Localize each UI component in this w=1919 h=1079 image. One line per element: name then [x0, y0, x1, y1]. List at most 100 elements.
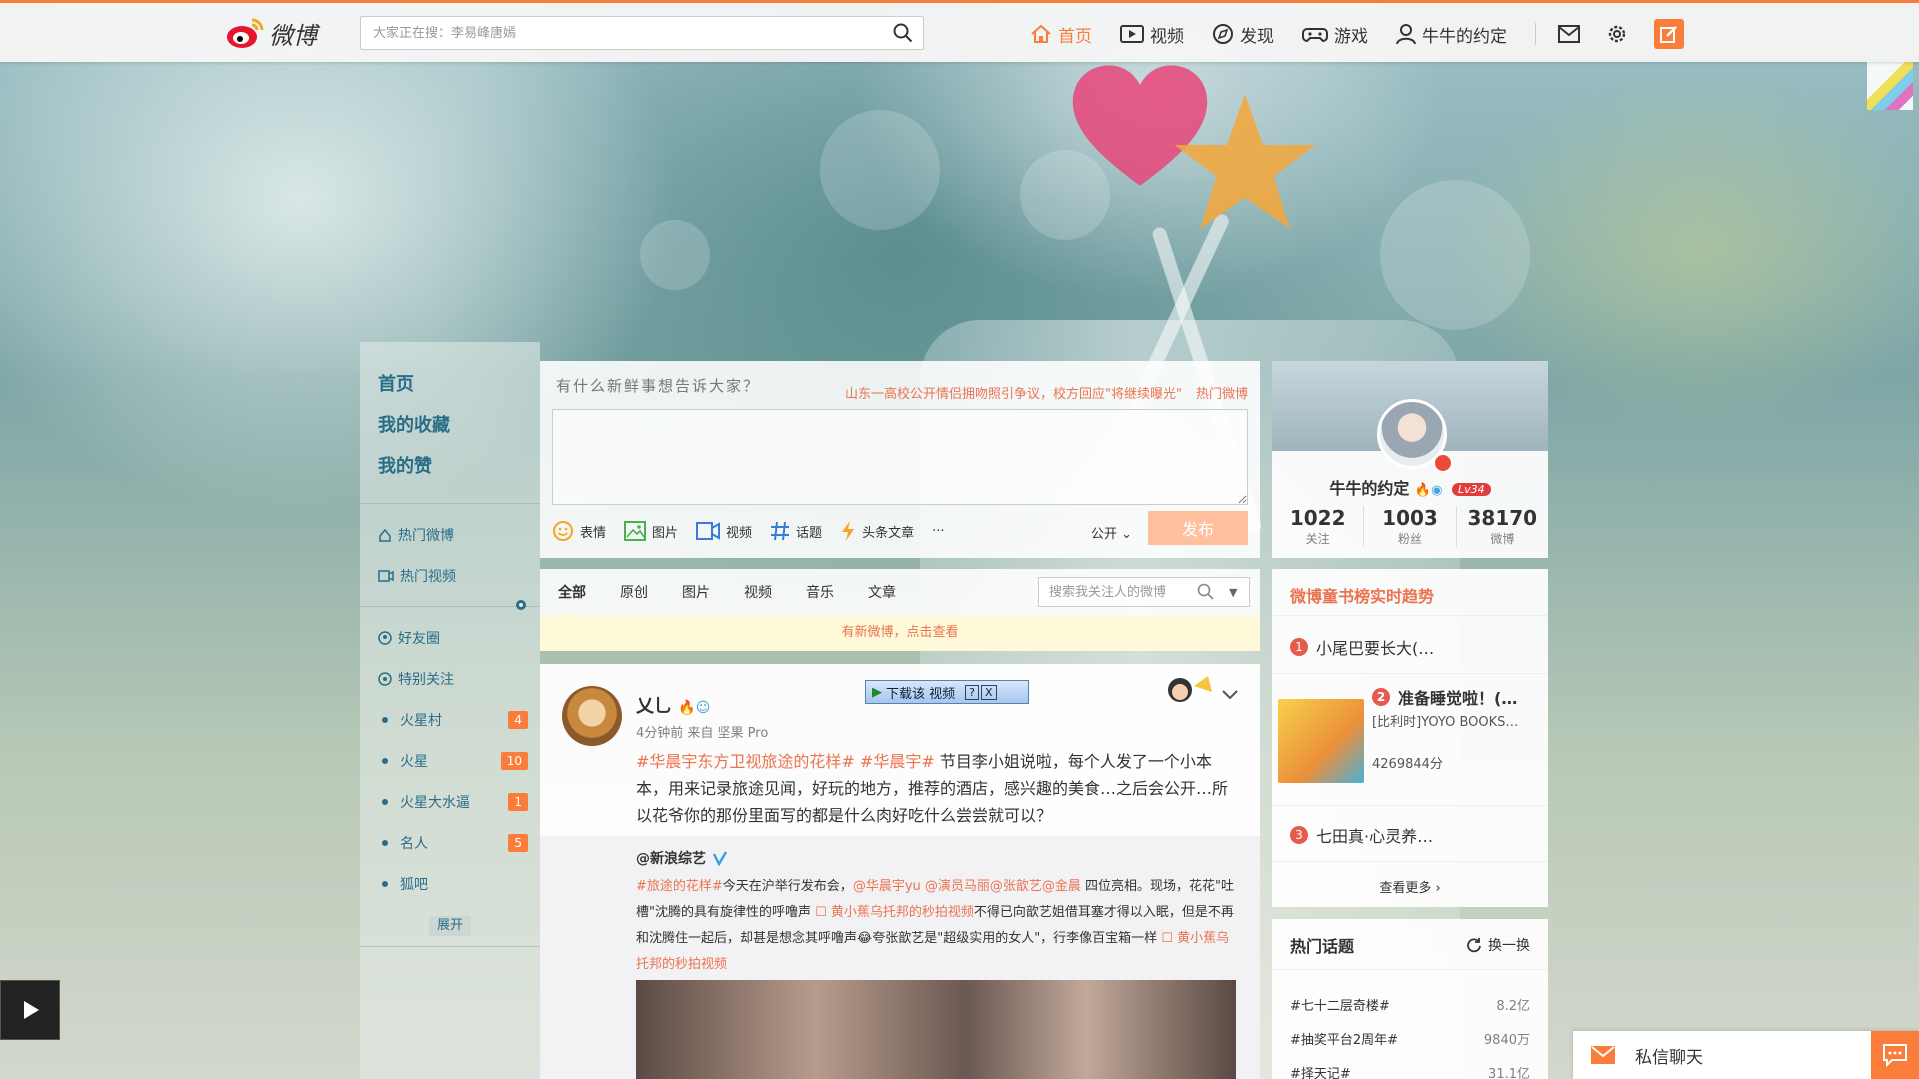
tab-all[interactable]: 全部: [558, 582, 586, 618]
avatar[interactable]: [562, 686, 622, 746]
stat-following[interactable]: 1022 关注: [1272, 506, 1365, 547]
see-more-link[interactable]: 查看更多 ›: [1272, 877, 1548, 896]
panel-title: 热门话题: [1290, 937, 1355, 956]
compose-button[interactable]: [1654, 19, 1684, 49]
topic-row[interactable]: #七十二层奇楼# 8.2亿: [1290, 995, 1530, 1014]
emoji-button[interactable]: 表情: [552, 520, 606, 542]
mention-links[interactable]: @华晨宇yu @演员马丽@张歆艺@金晨: [853, 879, 1081, 894]
verified-icon: [712, 851, 728, 866]
search-icon[interactable]: [883, 17, 923, 49]
post-text: #华晨宇东方卫视旅途的花样# #华晨宇# 节目李小姐说啦，每个人发了一个小本本，…: [636, 748, 1236, 829]
topic-link[interactable]: #旅途的花样#: [636, 879, 723, 894]
settings-button[interactable]: [1606, 23, 1628, 45]
nav-games-label: 游戏: [1334, 26, 1368, 47]
new-posts-notice[interactable]: 有新微博，点击查看: [540, 615, 1260, 651]
sidebar-item-label: 特别关注: [398, 671, 454, 688]
topic-link[interactable]: #华晨宇#: [860, 752, 935, 771]
trend-item[interactable]: 1 小尾巴要长大(…: [1290, 635, 1434, 659]
stat-label: 微博: [1490, 532, 1515, 546]
composer-textarea[interactable]: [552, 409, 1248, 505]
nav-video[interactable]: 视频: [1120, 22, 1184, 47]
stat-followers[interactable]: 1003 粉丝: [1364, 506, 1457, 547]
close-icon[interactable]: X: [980, 684, 997, 700]
post-source: 来自 坚果 Pro: [687, 726, 769, 741]
sidebar-item-friends[interactable]: 好友圈: [378, 617, 540, 658]
sidebar-item-special-follow[interactable]: 特别关注: [378, 658, 540, 699]
chevron-down-icon[interactable]: [1222, 690, 1238, 700]
rank-badge: 3: [1290, 826, 1308, 844]
weibo-logo[interactable]: 微博: [225, 13, 317, 53]
sidebar-item-hot-video[interactable]: 热门视频: [378, 555, 540, 596]
download-video-button[interactable]: ▶ 下载该 视频 ? X: [865, 680, 1029, 704]
panel-title[interactable]: 微博童书榜实时趋势: [1290, 583, 1434, 607]
nav-discover[interactable]: 发现: [1212, 22, 1274, 47]
trend-item[interactable]: 2 准备睡觉啦！(…: [1372, 685, 1517, 709]
book-cover-image[interactable]: [1278, 699, 1364, 783]
sidebar-item-list[interactable]: 狐吧: [378, 863, 540, 904]
image-icon: [624, 521, 647, 541]
sidebar-item-list[interactable]: 火星 10: [378, 740, 540, 781]
sidebar-item-list[interactable]: 名人 5: [378, 822, 540, 863]
book-trend-panel: 微博童书榜实时趋势 1 小尾巴要长大(… 2 准备睡觉啦！(… [比利时]YOY…: [1272, 569, 1548, 907]
messages-button[interactable]: [1558, 25, 1580, 43]
refresh-button[interactable]: 换一换: [1466, 935, 1530, 955]
sidebar-item-list[interactable]: 火星村 4: [378, 699, 540, 740]
more-button[interactable]: ···: [932, 524, 944, 539]
bullet-icon: [382, 880, 388, 887]
search-icon[interactable]: [1197, 583, 1215, 601]
chat-bubble-button[interactable]: [1871, 1031, 1919, 1079]
chevron-right-icon: ›: [1435, 881, 1441, 896]
tab-original[interactable]: 原创: [620, 582, 648, 602]
topic-row[interactable]: #择天记# 31.1亿: [1290, 1063, 1530, 1079]
expand-button[interactable]: 展开: [429, 916, 471, 936]
post-author[interactable]: 乂乚 🔥☺: [636, 692, 710, 718]
stat-posts[interactable]: 38170 微博: [1457, 506, 1548, 547]
tab-articles[interactable]: 文章: [868, 582, 896, 602]
sidebar-item-label: 热门微博: [398, 527, 454, 544]
help-icon[interactable]: ?: [965, 684, 979, 700]
hot-weibo-link[interactable]: 热门微博: [1196, 387, 1248, 402]
group-settings-icon[interactable]: [514, 598, 528, 612]
fire-badge-icon: 🔥: [1414, 483, 1432, 498]
sidebar-item-hot-weibo[interactable]: 热门微博: [378, 514, 540, 555]
publish-button[interactable]: 发布: [1148, 511, 1248, 545]
repost-author[interactable]: @新浪综艺: [636, 848, 728, 868]
video-link[interactable]: ☐ 黄小蕉乌托邦的秒拍视频: [815, 905, 974, 920]
feed-post: 乂乚 🔥☺ 4分钟前 来自 坚果 Pro ▶ 下载该 视频 ? X #华晨宇东方…: [540, 664, 1260, 1079]
reposted-content: @新浪综艺 #旅途的花样#今天在沪举行发布会，@华晨宇yu @演员马丽@张歆艺@…: [540, 836, 1260, 1079]
sidebar-item-list[interactable]: 火星大水逼 1: [378, 781, 540, 822]
sidebar-item-home[interactable]: 首页: [378, 370, 540, 411]
lightning-icon: [842, 521, 855, 541]
trend-item[interactable]: 3 七田真·心灵养…: [1290, 823, 1433, 847]
profile-name[interactable]: 牛牛的约定 🔥◉ Lv34: [1272, 475, 1548, 499]
nav-games[interactable]: 游戏: [1302, 22, 1368, 47]
topic-link[interactable]: #华晨宇东方卫视旅途的花样#: [636, 752, 855, 771]
nav-home[interactable]: 首页: [1030, 22, 1092, 47]
repost-text-segment: 今天在沪举行发布会，: [722, 879, 853, 894]
video-thumbnail[interactable]: [636, 980, 1236, 1079]
topic-row[interactable]: #抽奖平台2周年# 9840万: [1290, 1029, 1530, 1048]
bokeh-bubble: [640, 220, 710, 290]
level-badge[interactable]: Lv34: [1452, 483, 1491, 496]
feed-search-input[interactable]: [1049, 584, 1189, 600]
article-button[interactable]: 头条文章: [840, 520, 914, 542]
privacy-select[interactable]: 公开 ⌄: [1091, 523, 1132, 542]
private-chat-bar[interactable]: 私信聊天: [1573, 1031, 1919, 1079]
hot-topic-link[interactable]: 山东一高校公开情侣拥吻照引争议，校方回应"将继续曝光": [845, 387, 1182, 402]
sidebar-item-favorites[interactable]: 我的收藏: [378, 411, 540, 452]
tab-images[interactable]: 图片: [682, 582, 710, 602]
mini-video-player[interactable]: [0, 980, 60, 1040]
tab-music[interactable]: 音乐: [806, 582, 834, 602]
post-time[interactable]: 4分钟前: [636, 726, 683, 741]
topic-button[interactable]: 话题: [770, 521, 822, 541]
gear-icon: [1608, 25, 1626, 43]
video-button[interactable]: 视频: [696, 522, 752, 541]
sidebar-item-likes[interactable]: 我的赞: [378, 452, 540, 493]
search-input[interactable]: [373, 25, 883, 41]
post-composer: 有什么新鲜事想告诉大家？ 山东一高校公开情侣拥吻照引争议，校方回应"将继续曝光"…: [540, 361, 1260, 558]
left-main-links: 首页 我的收藏 我的赞: [360, 342, 540, 493]
nav-profile[interactable]: 牛牛的约定: [1396, 22, 1507, 47]
image-button[interactable]: 图片: [624, 521, 678, 541]
chevron-down-icon[interactable]: ▼: [1229, 586, 1237, 599]
tab-video[interactable]: 视频: [744, 582, 772, 602]
